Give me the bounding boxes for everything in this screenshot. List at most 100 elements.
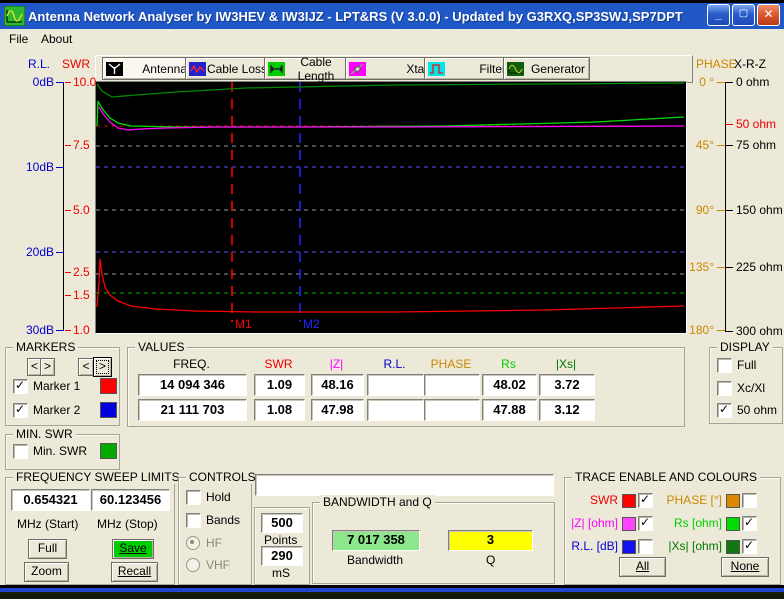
trace-label-swr: SWR [566, 493, 618, 507]
trace-label-phase: PHASE [°] [648, 493, 722, 507]
trace-checkbox-phase[interactable] [742, 493, 757, 508]
display-50ohm-label: 50 ohm [737, 403, 777, 417]
values-cell: 21 111 703 [138, 399, 247, 421]
tab-cable-length[interactable]: Cable Length [264, 57, 352, 80]
sweep-stop-field[interactable]: 60.123456 [91, 489, 170, 511]
marker2-checkbox[interactable]: ✓ [13, 403, 28, 418]
bands-checkbox[interactable] [186, 513, 201, 528]
rl-axis-header: R.L. [28, 57, 50, 71]
sweep-full-button[interactable]: Full [28, 539, 67, 559]
values-header-xs: |Xs| [539, 357, 593, 371]
tab-label: Filter [479, 62, 506, 76]
client-area: M1M2 MARKERS < > < > ✓ Marker 1 ✓ Marker… [0, 0, 784, 585]
marker2-next-button[interactable]: > [93, 357, 112, 377]
swr-tick [65, 210, 71, 211]
display-group-label: DISPLAY [717, 340, 773, 354]
vhf-label: VHF [206, 558, 230, 572]
values-header-rs: Rs [482, 357, 535, 371]
swr-tick [65, 295, 71, 296]
status-text-field[interactable] [255, 474, 554, 496]
marker1-label: Marker 1 [33, 379, 80, 393]
trace-group-label: TRACE ENABLE AND COLOURS [572, 470, 760, 484]
trace-none-button[interactable]: None [721, 557, 769, 577]
rl-tick-label: 10dB [20, 160, 54, 174]
trace-checkbox-rsohm[interactable]: ✓ [742, 516, 757, 531]
tab-xtal[interactable]: Xtal [345, 57, 432, 80]
trace-label-rsohm: Rs [ohm] [648, 516, 722, 530]
markers-group-label: MARKERS [13, 340, 78, 354]
rl-tick-label: 0dB [20, 75, 54, 89]
tab-filter[interactable]: Filter [424, 57, 511, 80]
values-cell [424, 399, 480, 421]
phase-tick-label: 45° [680, 138, 714, 152]
min-swr-group-label: MIN. SWR [13, 427, 76, 441]
left-axis-line [63, 82, 64, 331]
points-field[interactable]: 500 [261, 513, 303, 533]
marker-label-m2: M2 [303, 317, 320, 331]
sweep-zoom-button[interactable]: Zoom [24, 562, 69, 582]
values-header-phase: PHASE [424, 357, 478, 371]
filter-icon [428, 62, 445, 76]
antenna-icon [106, 62, 123, 76]
marker2-prev-button[interactable]: < [78, 358, 94, 376]
phase-tick [717, 145, 725, 146]
min-swr-color-swatch[interactable] [100, 443, 117, 459]
generator-icon [507, 62, 524, 76]
min-swr-label: Min. SWR [33, 444, 87, 458]
ohm-tick [726, 82, 733, 83]
trace-rs [97, 101, 684, 127]
marker1-color-swatch[interactable] [100, 378, 117, 394]
trace-checkbox-xsohm[interactable]: ✓ [742, 539, 757, 554]
tab-generator[interactable]: Generator [503, 57, 590, 80]
tab-antenna[interactable]: Antenna [102, 57, 192, 80]
ohm-tick [726, 145, 733, 146]
rl-tick [56, 330, 64, 331]
tab-label: Generator [531, 62, 585, 76]
hf-radio[interactable] [186, 536, 200, 550]
swr-tick-label: 10.0 [73, 75, 96, 89]
marker1-checkbox[interactable]: ✓ [13, 379, 28, 394]
ohm-tick [726, 331, 733, 332]
tab-label: Cable Length [285, 55, 347, 83]
sweep-recall-button[interactable]: Recall [111, 562, 158, 582]
tab-cable-loss[interactable]: Cable Loss [185, 57, 272, 80]
swr-tick-label: 2.5 [73, 265, 90, 279]
cable-length-icon [268, 62, 285, 76]
xtal-icon [349, 62, 366, 76]
ms-field[interactable]: 290 [261, 546, 303, 566]
trace-swatch-xsohm[interactable] [726, 540, 740, 554]
trace-swatch-phase[interactable] [726, 494, 740, 508]
values-cell: 3.72 [539, 374, 595, 396]
controls-group-label: CONTROLS [186, 470, 259, 484]
chart-area[interactable]: M1 M2 [95, 81, 687, 334]
trace-all-button[interactable]: All [619, 557, 666, 577]
swr-tick-label: 5.0 [73, 203, 90, 217]
values-cell [367, 374, 424, 396]
display-50ohm-checkbox[interactable]: ✓ [717, 403, 732, 418]
display-xcxl-checkbox[interactable] [717, 381, 732, 396]
trace-swatch-swr[interactable] [622, 494, 636, 508]
rl-tick [56, 82, 64, 83]
points-label: Points [264, 533, 297, 547]
sweep-save-button[interactable]: Save [112, 539, 154, 559]
vhf-radio[interactable] [186, 558, 200, 572]
sweep-start-label: MHz (Start) [17, 517, 78, 531]
min-swr-checkbox[interactable] [13, 444, 28, 459]
phase-tick-label: 90° [680, 203, 714, 217]
marker1-next-button[interactable]: > [40, 358, 55, 376]
hf-label: HF [206, 536, 222, 550]
values-cell: 3.12 [539, 399, 595, 421]
hold-checkbox[interactable] [186, 490, 201, 505]
trace-swatch-rldb[interactable] [622, 540, 636, 554]
trace-swatch-rsohm[interactable] [726, 517, 740, 531]
display-full-checkbox[interactable] [717, 358, 732, 373]
marker-label-m1: M1 [235, 317, 252, 331]
trace-swatch-zohm[interactable] [622, 517, 636, 531]
ohm-tick-label: 300 ohm [736, 324, 783, 338]
phase-axis-header: PHASE [696, 57, 737, 71]
sweep-start-field[interactable]: 0.654321 [11, 489, 90, 511]
phase-tick [717, 267, 725, 268]
marker2-color-swatch[interactable] [100, 402, 117, 418]
swr-tick [65, 82, 71, 83]
cable-loss-icon [189, 62, 206, 76]
